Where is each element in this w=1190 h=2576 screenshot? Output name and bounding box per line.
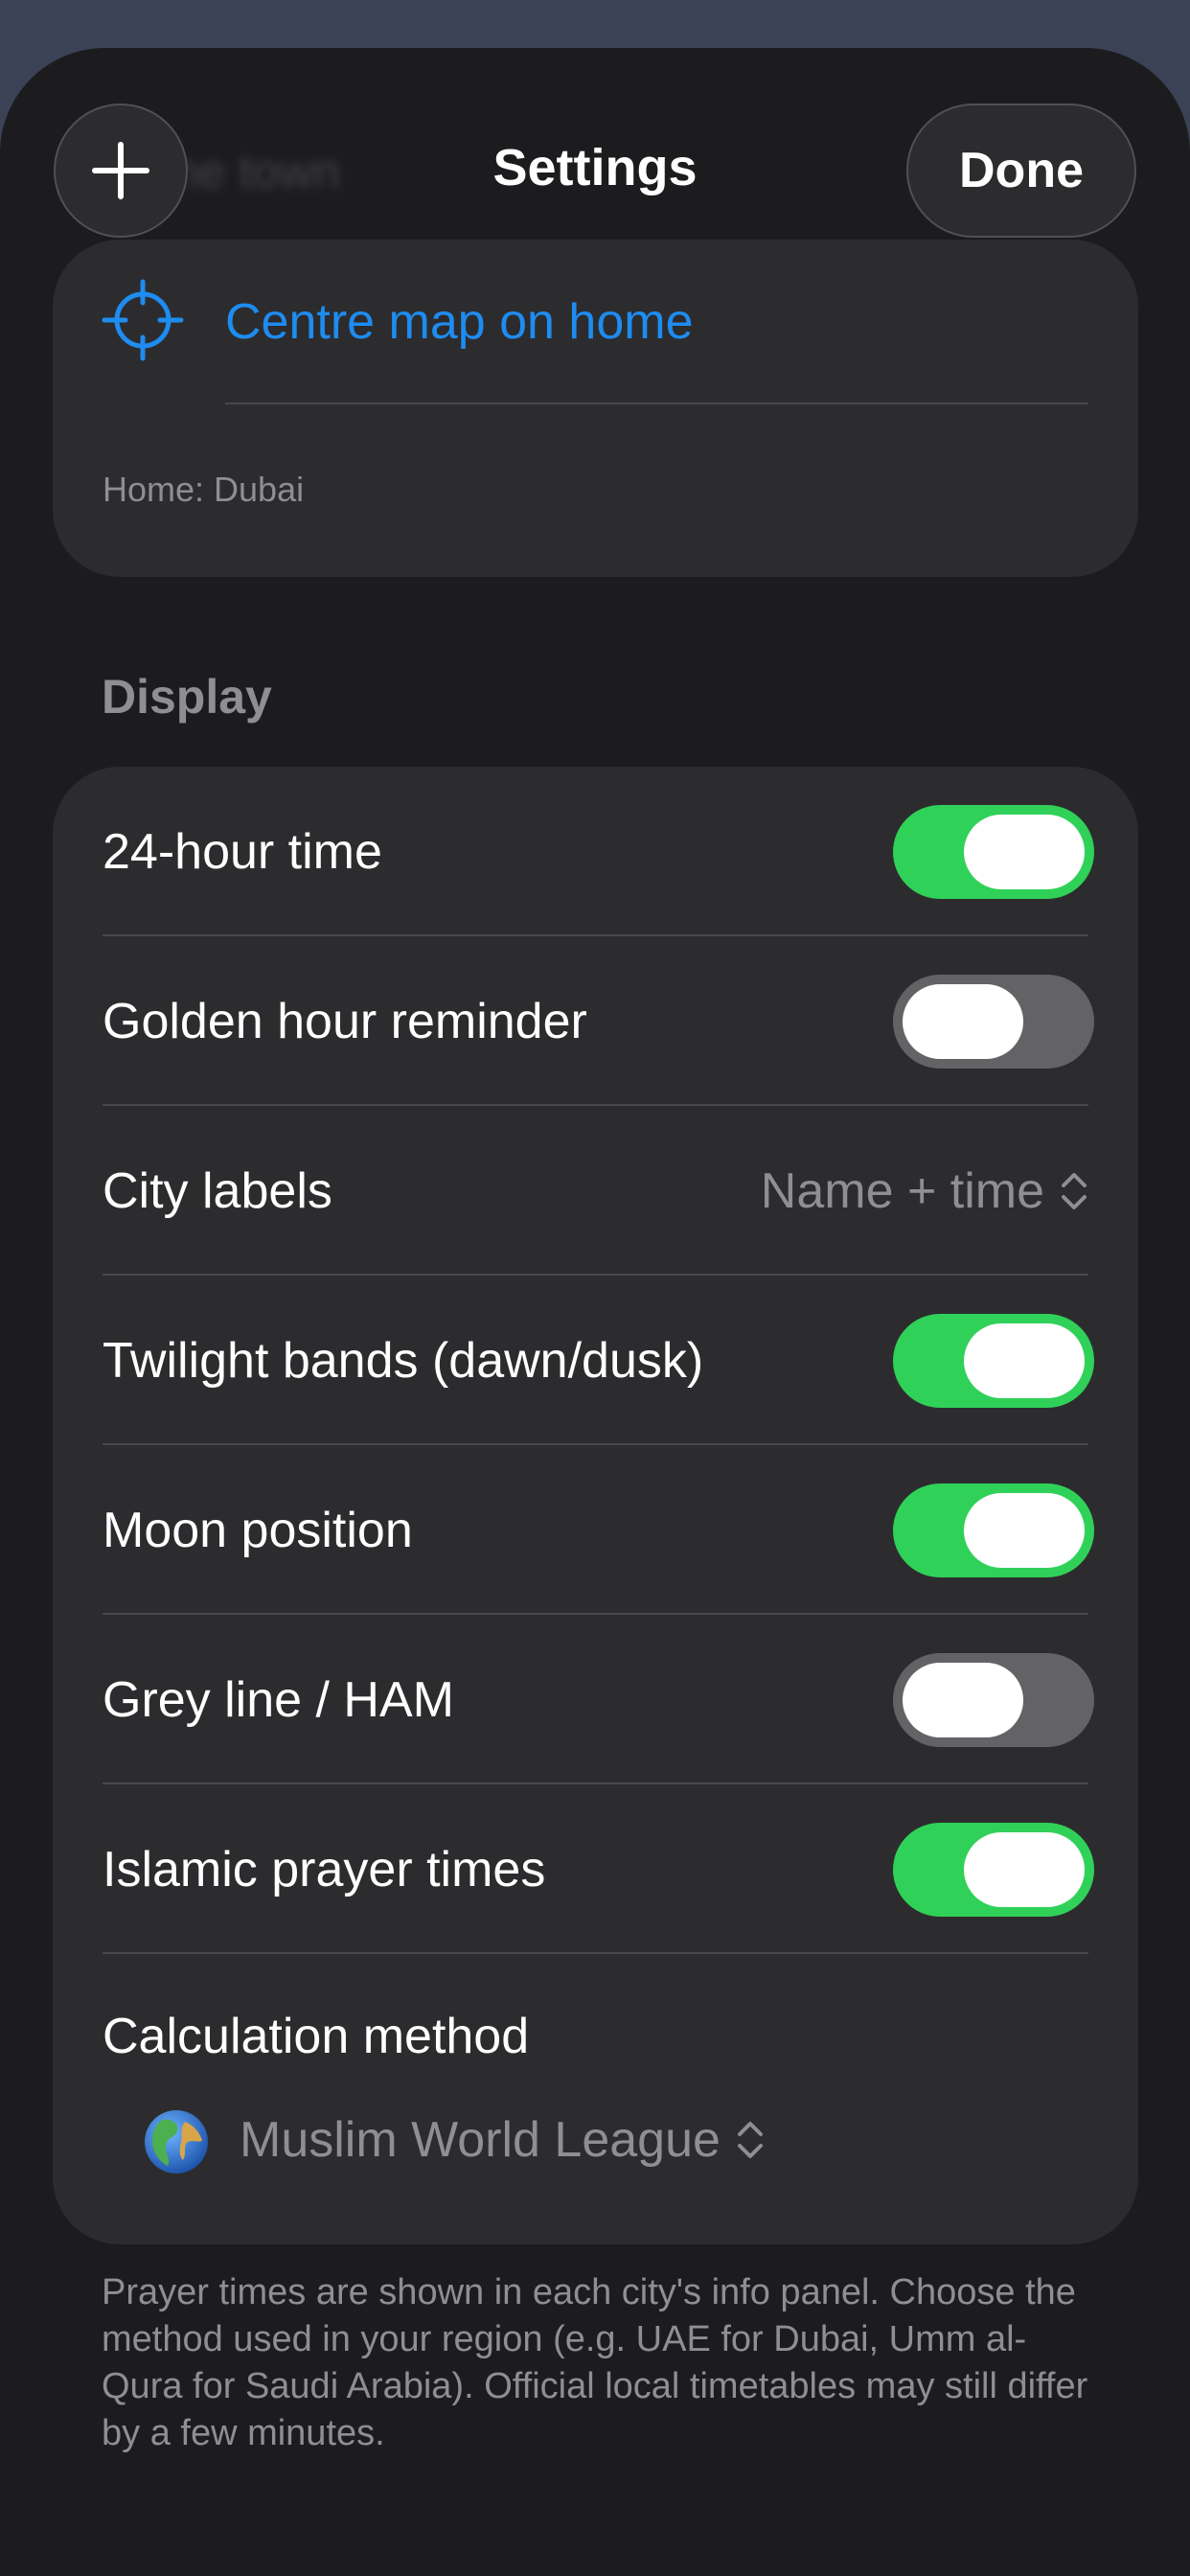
chevron-up-down-icon [737,2122,763,2158]
city-labels-picker[interactable]: Name + time [761,1162,1088,1220]
home-card: Centre map on home Home: Dubai [53,240,1138,577]
row-label: 24-hour time [103,823,382,880]
row-label: Islamic prayer times [103,1841,546,1898]
picker-value: Name + time [760,1162,1044,1219]
crosshair-icon [102,279,184,361]
toggle-24-hour-time[interactable] [893,804,1094,899]
row-label: Twilight bands (dawn/dusk) [103,1332,704,1389]
row-golden-hour-reminder: Golden hour reminder [53,936,1138,1106]
toggle-knob [964,1831,1085,1907]
toggle-twilight-bands[interactable] [893,1313,1094,1408]
row-moon-position: Moon position [53,1445,1138,1615]
row-grey-line-ham: Grey line / HAM [53,1615,1138,1784]
done-button[interactable]: Done [906,104,1136,238]
row-label: Moon position [103,1502,413,1558]
toggle-knob [903,1662,1023,1737]
row-label: Grey line / HAM [103,1671,454,1728]
toggle-knob [903,983,1023,1059]
centre-map-on-home-button[interactable]: Centre map on home [225,293,694,351]
row-islamic-prayer-times: Islamic prayer times [53,1784,1138,1954]
row-label: Golden hour reminder [103,993,587,1049]
display-settings-card: 24-hour time Golden hour reminder City l… [53,767,1138,2244]
chevron-up-down-icon [1062,1172,1087,1209]
globe-icon [145,2110,208,2174]
home-location-caption: Home: Dubai [103,470,305,509]
toggle-knob [964,814,1085,889]
toggle-knob [964,1492,1085,1568]
row-city-labels: City labels Name + time [53,1106,1138,1276]
divider [225,402,1088,404]
row-twilight-bands: Twilight bands (dawn/dusk) [53,1276,1138,1445]
section-header-display: Display [102,670,272,724]
row-label: City labels [103,1162,332,1219]
toggle-knob [964,1322,1085,1398]
toggle-islamic-prayer-times[interactable] [893,1822,1094,1917]
calculation-method-picker[interactable]: Muslim World League [240,2111,765,2169]
prayer-times-footnote: Prayer times are shown in each city's in… [102,2272,1088,2453]
divider [103,1952,1088,1954]
calculation-method-label: Calculation method [103,2009,530,2064]
toggle-golden-hour-reminder[interactable] [893,974,1094,1069]
toggle-moon-position[interactable] [893,1483,1094,1577]
row-24-hour-time: 24-hour time [53,767,1138,936]
toggle-grey-line-ham[interactable] [893,1652,1094,1747]
picker-value: Muslim World League [240,2112,721,2168]
